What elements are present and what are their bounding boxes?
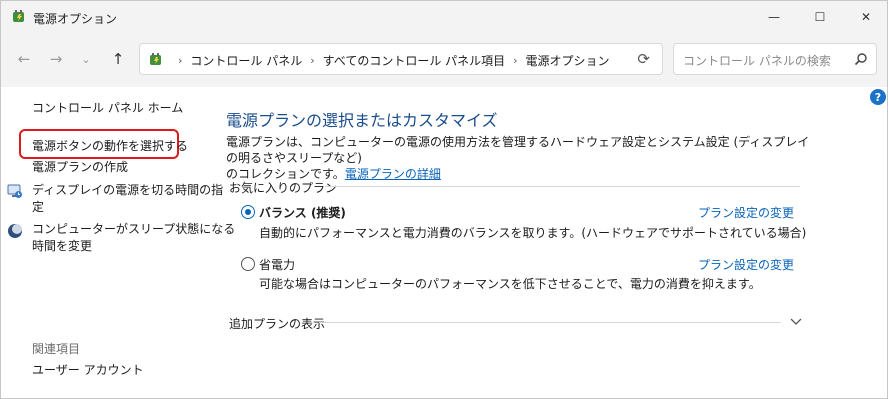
maximize-button[interactable]: ☐ <box>797 1 843 33</box>
plan-description-balanced: 自動的にパフォーマンスと電力消費のバランスを取ります。(ハードウェアでサポートさ… <box>259 226 807 240</box>
change-plan-settings-link-power-saver[interactable]: プラン設定の変更 <box>698 256 794 273</box>
show-additional-plans-label[interactable]: 追加プランの表示 <box>229 315 325 332</box>
breadcrumb-control-panel[interactable]: コントロール パネル <box>190 52 302 69</box>
forward-button[interactable]: → <box>43 47 69 71</box>
sidebar-item-user-accounts[interactable]: ユーザー アカウント <box>32 362 144 379</box>
plan-radio-power-saver[interactable] <box>241 257 255 271</box>
favorites-divider <box>325 186 800 187</box>
search-input[interactable]: コントロール パネルの検索 <box>673 43 877 75</box>
sidebar-item-sleep[interactable]: コンピューターがスリープ状態になる 時間を変更 <box>32 221 235 255</box>
address-bar[interactable]: › コントロール パネル › すべてのコントロール パネル項目 › 電源オプショ… <box>139 43 663 75</box>
additional-plans-divider <box>319 322 781 323</box>
search-icon[interactable] <box>854 52 868 66</box>
sidebar: コントロール パネル ホーム 電源ボタンの動作を選択する 電源プランの作成 ディ… <box>1 87 235 399</box>
plan-radio-balanced[interactable] <box>241 205 255 219</box>
display-shield-icon <box>7 184 22 198</box>
page-title: 電源プランの選択またはカスタマイズ <box>226 111 498 130</box>
breadcrumb-separator[interactable]: › <box>513 54 517 67</box>
sidebar-item-display-off-line1: ディスプレイの電源を切る時間の指 <box>32 183 224 197</box>
favorites-heading: お気に入りのプラン <box>229 181 338 195</box>
breadcrumb-power-options[interactable]: 電源オプション <box>526 52 610 69</box>
power-options-app-icon <box>13 10 24 22</box>
help-icon[interactable]: ? <box>870 89 886 105</box>
power-plan-details-link[interactable]: 電源プランの詳細 <box>345 167 441 181</box>
power-options-icon <box>150 53 161 65</box>
description-line1: 電源プランは、コンピューターの電源の使用方法を管理するハードウェア設定とシステム… <box>226 135 810 165</box>
plan-name-power-saver[interactable]: 省電力 <box>259 256 295 273</box>
change-plan-settings-link-balanced[interactable]: プラン設定の変更 <box>698 204 794 221</box>
close-button[interactable]: ✕ <box>843 1 888 33</box>
up-button[interactable]: ↑ <box>105 47 131 71</box>
sidebar-item-power-button[interactable]: 電源ボタンの動作を選択する <box>32 138 188 155</box>
minimize-button[interactable]: — <box>751 1 797 33</box>
sidebar-item-sleep-line2: 時間を変更 <box>32 239 93 253</box>
breadcrumb-separator[interactable]: › <box>310 54 314 67</box>
search-placeholder: コントロール パネルの検索 <box>683 54 831 68</box>
back-button[interactable]: ← <box>11 47 37 71</box>
refresh-icon[interactable]: ⟳ <box>637 50 650 68</box>
sidebar-item-sleep-line1: コンピューターがスリープ状態になる <box>32 222 236 236</box>
recent-locations-button[interactable]: ⌄ <box>73 47 99 71</box>
sidebar-item-display-off-line2: 定 <box>32 200 45 214</box>
sleep-moon-icon <box>8 224 22 238</box>
title-bar: 電源オプション — ☐ ✕ <box>1 1 887 33</box>
sidebar-item-control-panel-home[interactable]: コントロール パネル ホーム <box>32 100 183 117</box>
sidebar-item-create-plan[interactable]: 電源プランの作成 <box>32 159 128 176</box>
sidebar-item-display-off[interactable]: ディスプレイの電源を切る時間の指 定 <box>32 182 223 216</box>
chevron-down-icon[interactable] <box>789 315 803 327</box>
window-title: 電源オプション <box>33 12 118 26</box>
power-options-window: 電源オプション — ☐ ✕ ← → ⌄ ↑ › コントロール パネル › すべて… <box>0 0 888 399</box>
page-description: 電源プランは、コンピューターの電源の使用方法を管理するハードウェア設定とシステム… <box>226 134 816 182</box>
plan-description-power-saver: 可能な場合はコンピューターのパフォーマンスを低下させることで、電力の消費を抑えま… <box>259 277 761 291</box>
plan-name-balanced[interactable]: バランス (推奨) <box>259 204 346 221</box>
breadcrumb: › コントロール パネル › すべてのコントロール パネル項目 › 電源オプショ… <box>170 52 610 69</box>
breadcrumb-all-items[interactable]: すべてのコントロール パネル項目 <box>323 52 506 69</box>
breadcrumb-separator[interactable]: › <box>178 54 182 67</box>
related-heading: 関連項目 <box>32 342 81 356</box>
navigation-row: ← → ⌄ ↑ › コントロール パネル › すべてのコントロール パネル項目 … <box>1 33 887 87</box>
